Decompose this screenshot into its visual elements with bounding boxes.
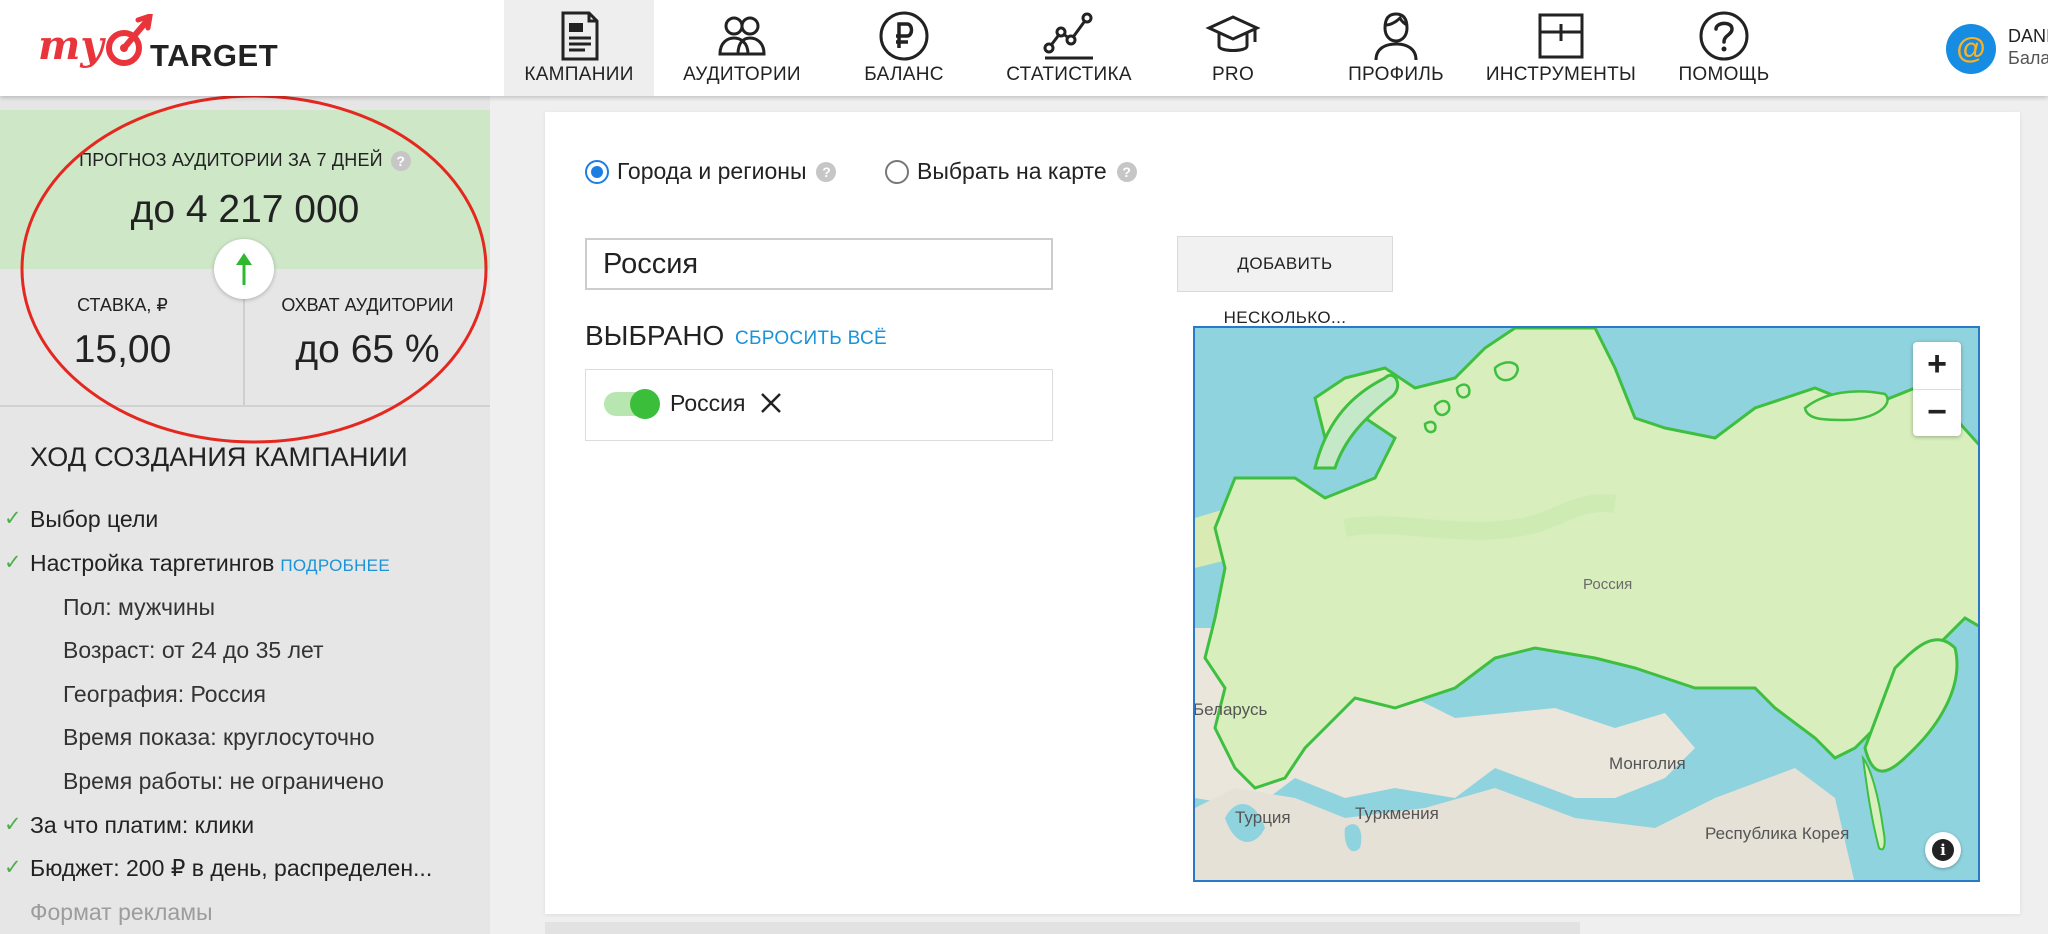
ruble-coin-icon — [879, 11, 929, 61]
step-detail-age: Возраст: от 24 до 35 лет — [63, 637, 324, 663]
forecast-help-icon[interactable]: ? — [390, 151, 411, 171]
region-toggle[interactable] — [604, 389, 660, 419]
logo-target-icon — [106, 14, 153, 66]
reach-label: ОХВАТ АУДИТОРИИ — [281, 295, 454, 315]
forecast-value: до 4 217 000 — [130, 188, 360, 231]
user-balance: Бала — [2008, 48, 2048, 68]
map-label-turkey: Турция — [1235, 808, 1291, 827]
regions-help-icon[interactable]: ? — [816, 161, 837, 182]
nav-label: БАЛАНС — [864, 64, 944, 85]
logo-word: TARGET — [150, 38, 279, 73]
radio-regions-label: Города и регионы — [617, 158, 807, 184]
map-help-icon[interactable]: ? — [1116, 161, 1137, 182]
step-budget[interactable]: Бюджет: 200 ₽ в день, распределен... — [4, 855, 432, 882]
nav-profile[interactable]: ПРОФИЛЬ — [1321, 0, 1471, 96]
map-info-button[interactable]: i — [1925, 832, 1961, 868]
reach-value: до 65 % — [295, 328, 440, 371]
help-question-icon — [1699, 11, 1749, 61]
forecast-title: ПРОГНОЗ АУДИТОРИИ ЗА 7 ДНЕЙ — [79, 150, 383, 170]
rate-value: 15,00 — [73, 328, 172, 371]
nav-label: СТАТИСТИКА — [1006, 64, 1132, 85]
tools-box-icon — [1538, 13, 1584, 59]
nav-label: PRO — [1211, 64, 1255, 85]
map-label-turkmenistan: Туркмения — [1355, 804, 1439, 823]
zoom-out-button[interactable]: − — [1913, 389, 1961, 436]
user-avatar[interactable]: @ — [1946, 24, 1996, 74]
nav-audiences[interactable]: АУДИТОРИИ — [667, 0, 817, 96]
region-map[interactable]: Россия Беларусь Монголия Турция Туркмени… — [1193, 326, 1980, 882]
targeting-details-link[interactable]: ПОДРОБНЕЕ — [280, 556, 390, 575]
nav-label: ИНСТРУМЕНТЫ — [1485, 64, 1637, 85]
rate-block: СТАВКА, ₽ 15,00 — [0, 295, 245, 372]
step-detail-geo: География: Россия — [63, 681, 266, 707]
selected-region-chip: Россия — [585, 369, 1053, 441]
nav-balance[interactable]: БАЛАНС — [829, 0, 979, 96]
map-zoom-control: + − — [1913, 342, 1961, 436]
step-format: Формат рекламы — [30, 899, 213, 925]
nav-campaigns[interactable]: КАМПАНИИ — [504, 0, 654, 96]
map-label-korea: Республика Корея — [1705, 824, 1850, 843]
nav-label: ПРОФИЛЬ — [1348, 64, 1444, 85]
campaign-sidebar: ПРОГНОЗ АУДИТОРИИ ЗА 7 ДНЕЙ? до 4 217 00… — [0, 94, 490, 934]
logo-my: my — [38, 22, 104, 69]
nav-label: АУДИТОРИИ — [683, 64, 801, 85]
next-section-edge — [545, 922, 1580, 934]
nav-pro[interactable]: PRO — [1158, 0, 1308, 96]
map-label-mongolia: Монголия — [1609, 754, 1686, 773]
radio-map-dot[interactable] — [885, 159, 909, 184]
selected-title: ВЫБРАНО — [585, 320, 725, 351]
step-detail-worktime: Время работы: не ограничено — [63, 768, 384, 794]
step-detail-sex: Пол: мужчины — [63, 594, 216, 620]
nav-label: ПОМОЩЬ — [1678, 64, 1770, 85]
rate-label: СТАВКА, ₽ — [77, 295, 168, 315]
user-name: DANI — [2008, 26, 2048, 46]
step-goal[interactable]: Выбор цели — [4, 506, 158, 533]
map-label-belarus: Беларусь — [1193, 700, 1268, 719]
user-profile-icon — [1374, 12, 1418, 61]
nav-tools[interactable]: ИНСТРУМЕНТЫ — [1486, 0, 1636, 96]
zoom-in-button[interactable]: + — [1913, 342, 1961, 389]
reach-block: ОХВАТ АУДИТОРИИ до 65 % — [245, 295, 490, 372]
geography-panel: Города и регионы ? Выбрать на карте ? ДО… — [545, 112, 2020, 914]
reset-all-link[interactable]: СБРОСИТЬ ВСЁ — [735, 328, 887, 350]
graduation-cap-icon — [1205, 15, 1261, 52]
top-navigation-bar: my TARGET КАМПАНИИ АУДИТОРИИ БАЛАНС СТАТ… — [0, 0, 2048, 96]
step-targeting[interactable]: Настройка таргетинговПОДРОБНЕЕ — [4, 550, 390, 577]
region-search-input[interactable] — [585, 238, 1053, 290]
mytarget-logo[interactable]: my TARGET — [38, 14, 278, 84]
audience-people-icon — [718, 16, 766, 56]
info-icon: i — [1932, 839, 1954, 861]
map-canvas — [1195, 328, 1978, 880]
nav-label: КАМПАНИИ — [524, 64, 634, 85]
nav-statistics[interactable]: СТАТИСТИКА — [994, 0, 1144, 96]
forecast-trend-button[interactable] — [214, 239, 274, 299]
map-label-russia: Россия — [1583, 576, 1633, 593]
line-chart-icon — [1043, 12, 1093, 60]
radio-map[interactable]: Выбрать на карте ? — [885, 158, 1137, 185]
radio-regions[interactable]: Города и регионы ? — [585, 158, 837, 185]
arrow-up-icon — [236, 253, 252, 285]
campaign-document-icon — [561, 11, 599, 61]
add-several-button[interactable]: ДОБАВИТЬ НЕСКОЛЬКО... — [1177, 236, 1393, 327]
step-pay[interactable]: За что платим: клики — [4, 812, 254, 839]
radio-map-label: Выбрать на карте — [917, 158, 1107, 184]
close-icon[interactable] — [758, 390, 784, 416]
toggle-knob — [630, 389, 660, 419]
progress-title: ХОД СОЗДАНИЯ КАМПАНИИ — [30, 442, 408, 472]
chip-label: Россия — [670, 390, 746, 416]
nav-help[interactable]: ПОМОЩЬ — [1649, 0, 1799, 96]
radio-regions-dot[interactable] — [585, 159, 609, 184]
step-detail-showtime: Время показа: круглосуточно — [63, 724, 375, 750]
